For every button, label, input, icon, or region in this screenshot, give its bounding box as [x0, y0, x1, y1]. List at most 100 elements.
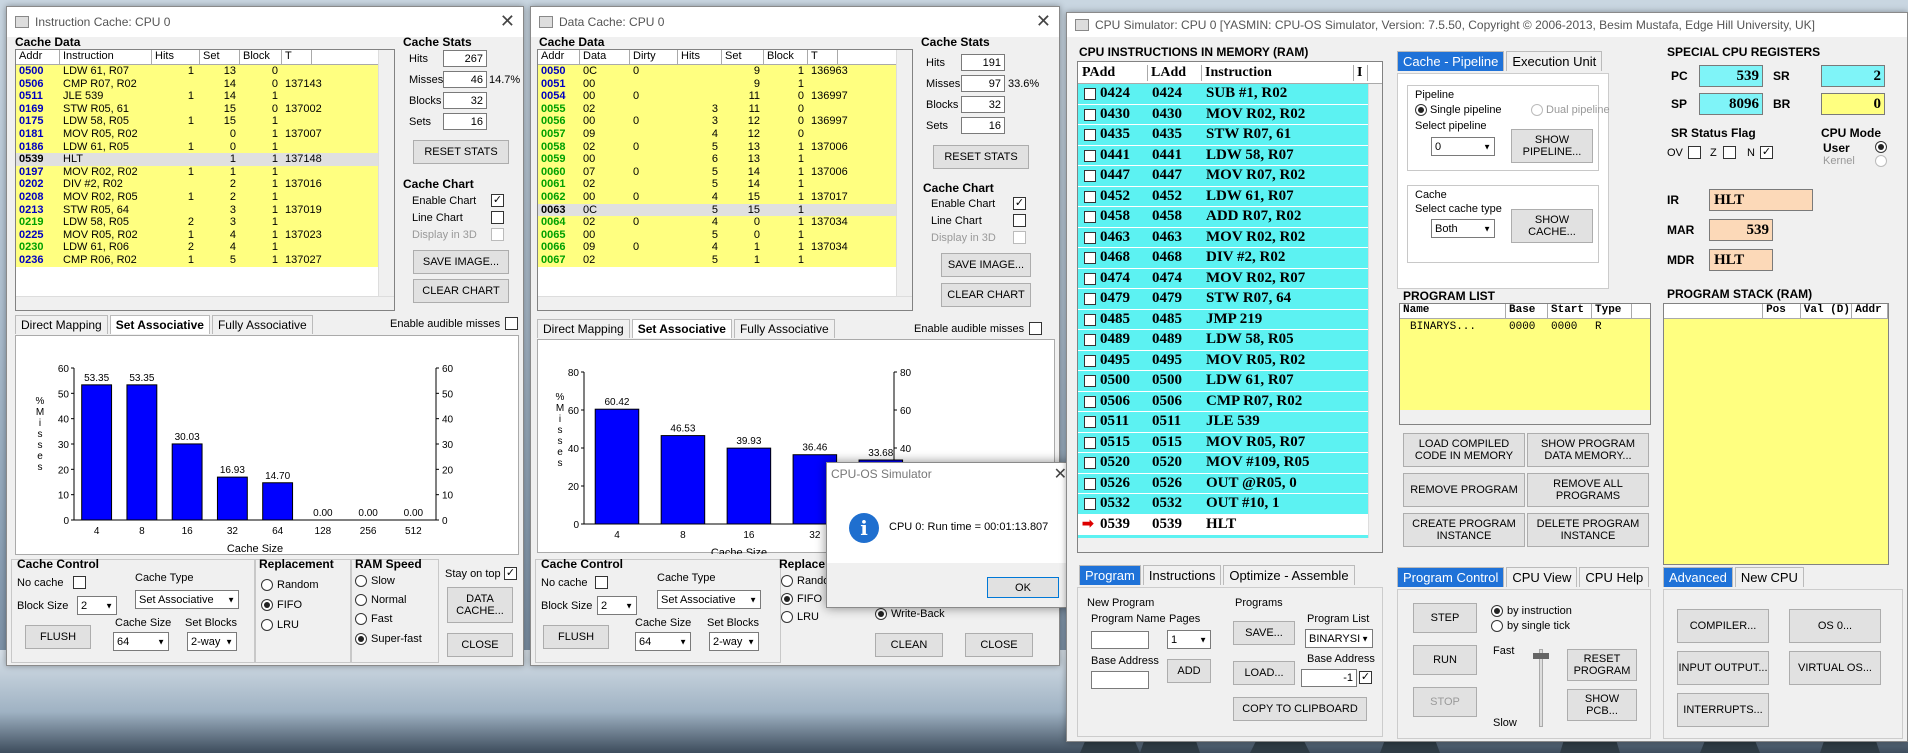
ram-row[interactable]: 0435 0435 STW R07, 61	[1078, 125, 1382, 146]
breakpoint-checkbox[interactable]	[1084, 211, 1096, 223]
breakpoint-checkbox[interactable]	[1084, 334, 1096, 346]
ram-row[interactable]: 0468 0468 DIV #2, R02	[1078, 248, 1382, 269]
ram-row[interactable]: ➡ 0539 0539 HLT	[1078, 514, 1382, 535]
flush-button[interactable]: FLUSH	[543, 625, 609, 649]
ram-row[interactable]: 0424 0424 SUB #1, R02	[1078, 84, 1382, 105]
vertical-scrollbar[interactable]	[1368, 84, 1382, 540]
replacement-fifo-radio[interactable]	[781, 593, 793, 605]
tab-program[interactable]: Program	[1079, 565, 1141, 585]
breakpoint-cell[interactable]	[1078, 474, 1100, 494]
tab-fully-associative[interactable]: Fully Associative	[211, 315, 313, 334]
line-chart-checkbox[interactable]	[1013, 214, 1026, 227]
horizontal-scrollbar[interactable]	[16, 296, 394, 310]
speed-slider-thumb[interactable]	[1533, 653, 1549, 659]
breakpoint-checkbox[interactable]	[1084, 293, 1096, 305]
ram-row[interactable]: 0495 0495 MOV R05, R02	[1078, 350, 1382, 371]
input-output-button[interactable]: INPUT OUTPUT...	[1677, 651, 1769, 685]
show-program-data-memory-button[interactable]: SHOW PROGRAM DATA MEMORY...	[1527, 433, 1649, 467]
program-row[interactable]: BINARYS... 0000 0000 R	[1400, 319, 1650, 335]
program-list-grid[interactable]: Name Base Start Type BINARYS... 0000 000…	[1399, 303, 1651, 425]
close-icon[interactable]: ✕	[1036, 11, 1051, 31]
clear-chart-button[interactable]: CLEAR CHART	[413, 279, 509, 303]
by-instruction-radio[interactable]	[1491, 605, 1503, 617]
data-cache-button[interactable]: DATA CACHE...	[447, 587, 513, 623]
table-row[interactable]: 0219 LDW 58, R05 2 3 1	[16, 216, 394, 229]
table-row[interactable]: 0061 02 5 14 1	[538, 178, 912, 191]
ram-row[interactable]: 0489 0489 LDW 58, R05	[1078, 330, 1382, 351]
table-row[interactable]: 0202 DIV #2, R02 2 1 137016	[16, 178, 394, 191]
tab-execution-unit[interactable]: Execution Unit	[1506, 51, 1603, 71]
set-blocks-select[interactable]: 2-way ▼	[709, 632, 759, 651]
program-stack-grid[interactable]: Pos Val (D) Addr	[1663, 303, 1889, 565]
window-titlebar[interactable]: Data Cache: CPU 0 ✕	[531, 7, 1059, 37]
breakpoint-cell[interactable]	[1078, 207, 1100, 227]
ram-row[interactable]: 0441 0441 LDW 58, R07	[1078, 145, 1382, 166]
ram-row[interactable]: 0511 0511 JLE 539	[1078, 412, 1382, 433]
ram-row[interactable]: 0506 0506 CMP R07, R02	[1078, 391, 1382, 412]
close-icon[interactable]: ✕	[1054, 464, 1067, 484]
breakpoint-checkbox[interactable]	[1084, 498, 1096, 510]
ram-row[interactable]: 0463 0463 MOV R02, R02	[1078, 227, 1382, 248]
replacement-random-radio[interactable]	[261, 579, 273, 591]
cache-type-select[interactable]: Both ▼	[1431, 219, 1495, 238]
reset-stats-button[interactable]: RESET STATS	[413, 140, 509, 164]
replacement-lru-radio[interactable]	[261, 619, 273, 631]
table-row[interactable]: 0055 02 3 11 0	[538, 102, 912, 116]
table-row[interactable]: 0511 JLE 539 1 14 1	[16, 90, 394, 103]
pipeline-select[interactable]: 0 ▼	[1431, 137, 1495, 156]
dialog-titlebar[interactable]: CPU-OS Simulator ✕	[827, 463, 1073, 485]
data-cache-grid[interactable]: Addr Data Dirty Hits Set Block T 0050 0C 0 9 1 1369…	[537, 49, 913, 311]
tab-cpu-view[interactable]: CPU View	[1506, 567, 1578, 587]
replacement-fifo-radio[interactable]	[261, 599, 273, 611]
remove-all-programs-button[interactable]: REMOVE ALL PROGRAMS	[1527, 473, 1649, 507]
set-blocks-select[interactable]: 2-way ▼	[187, 632, 237, 651]
breakpoint-cell[interactable]	[1078, 146, 1100, 166]
tab-optimize-assemble[interactable]: Optimize - Assemble	[1223, 565, 1355, 585]
horizontal-scrollbar[interactable]	[1400, 410, 1650, 424]
run-button[interactable]: RUN	[1413, 645, 1477, 675]
breakpoint-cell[interactable]	[1078, 351, 1100, 371]
load-button[interactable]: LOAD...	[1233, 661, 1295, 685]
ram-grid[interactable]: PAdd LAdd Instruction I 0424 0424 SUB #1, …	[1077, 61, 1383, 553]
add-button[interactable]: ADD	[1167, 659, 1211, 683]
tab-fully-associative[interactable]: Fully Associative	[733, 319, 835, 338]
tab-cpu-help[interactable]: CPU Help	[1579, 567, 1650, 587]
base-address-input[interactable]	[1091, 671, 1149, 689]
audible-misses-checkbox[interactable]	[1029, 322, 1042, 335]
show-cache-button[interactable]: SHOW CACHE...	[1511, 209, 1593, 243]
horizontal-scrollbar[interactable]	[538, 296, 912, 310]
breakpoint-cell[interactable]	[1078, 105, 1100, 125]
breakpoint-checkbox[interactable]	[1084, 190, 1096, 203]
breakpoint-checkbox[interactable]	[1084, 375, 1096, 387]
tab-new-cpu[interactable]: New CPU	[1734, 567, 1804, 587]
breakpoint-cell[interactable]	[1078, 330, 1100, 350]
display-3d-checkbox[interactable]	[491, 228, 504, 241]
save-image-button[interactable]: SAVE IMAGE...	[941, 253, 1031, 277]
breakpoint-cell[interactable]	[1078, 494, 1100, 514]
base-address-field[interactable]: -1	[1301, 669, 1357, 687]
breakpoint-cell[interactable]	[1078, 166, 1100, 186]
table-row[interactable]: 0500 LDW 61, R07 1 13 0	[16, 65, 394, 78]
cache-size-select[interactable]: 64 ▼	[113, 632, 169, 651]
replacement-random-radio[interactable]	[781, 575, 793, 587]
delete-program-instance-button[interactable]: DELETE PROGRAM INSTANCE	[1527, 513, 1649, 547]
interrupts-button[interactable]: INTERRUPTS...	[1677, 693, 1769, 727]
show-pcb-button[interactable]: SHOW PCB...	[1567, 689, 1637, 721]
breakpoint-cell[interactable]	[1078, 392, 1100, 412]
clear-chart-button[interactable]: CLEAR CHART	[941, 283, 1031, 307]
vertical-scrollbar[interactable]	[378, 50, 394, 298]
close-button[interactable]: CLOSE	[965, 633, 1033, 657]
tab-cache-pipeline[interactable]: Cache - Pipeline	[1397, 51, 1505, 71]
ram-row[interactable]: 0500 0500 LDW 61, R07	[1078, 371, 1382, 392]
breakpoint-checkbox[interactable]	[1084, 457, 1096, 469]
table-row[interactable]: 0236 CMP R06, R02 1 5 1 137027	[16, 253, 394, 267]
breakpoint-checkbox[interactable]	[1084, 108, 1096, 121]
breakpoint-checkbox[interactable]	[1084, 272, 1096, 285]
table-row[interactable]: 0058 02 0 5 13 1 137006	[538, 140, 912, 154]
breakpoint-cell[interactable]	[1078, 453, 1100, 473]
reset-program-button[interactable]: RESET PROGRAM	[1567, 649, 1637, 681]
cache-size-select[interactable]: 64 ▼	[635, 632, 691, 651]
breakpoint-checkbox[interactable]	[1084, 252, 1096, 264]
by-tick-radio[interactable]	[1491, 620, 1503, 632]
breakpoint-checkbox[interactable]	[1084, 129, 1096, 141]
